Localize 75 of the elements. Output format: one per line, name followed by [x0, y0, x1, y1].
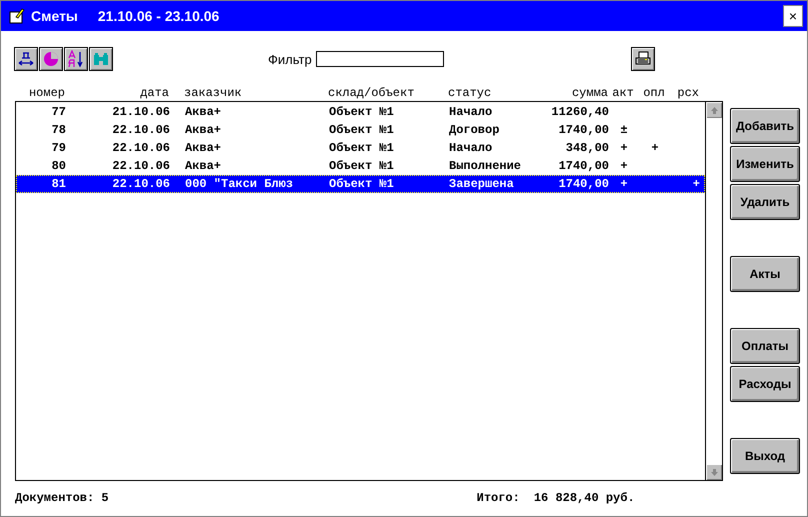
table-cell-text: 79	[50, 141, 66, 155]
table-cell-text: Начало	[448, 141, 494, 155]
document-count: Документов: 5	[15, 491, 109, 505]
table-cell-text: 81	[50, 177, 66, 191]
table-cell-text: Договор	[448, 123, 500, 137]
pie-chart-icon[interactable]	[39, 47, 63, 71]
table-cell-text: 21.10.06	[111, 105, 170, 119]
table-cell-text: 22.10.06	[111, 123, 170, 137]
table-cell-text: 80	[50, 159, 66, 173]
column-header: опл	[642, 86, 666, 100]
table-cell-text: Завершена	[448, 177, 515, 191]
total-label: Итого:	[476, 491, 520, 505]
table-row[interactable]: 79 22.10.06 Аква+ Объект №1 Начало 348,00 + +	[16, 139, 706, 157]
table-cell-text: 348,00	[564, 141, 609, 155]
table-cell-text: 11260,40	[550, 105, 609, 119]
table-row[interactable]: 77 21.10.06 Аква+ Объект №1 Начало 11260,40	[16, 103, 706, 121]
sort-icon[interactable]	[64, 47, 88, 71]
table-cell-text: 1740,00	[558, 123, 609, 137]
notepad-icon	[9, 8, 25, 24]
printer-icon[interactable]	[630, 47, 655, 71]
scroll-up-button[interactable]	[706, 102, 722, 118]
table-cell-text: +	[619, 177, 629, 191]
table-cell-text: +	[619, 159, 629, 173]
date-range: 21.10.06 - 23.10.06	[98, 8, 220, 24]
table-cell-text: +	[692, 177, 700, 191]
action-button[interactable]: Акты	[730, 256, 800, 292]
action-button[interactable]: Изменить	[730, 146, 800, 182]
close-button[interactable]: ×	[783, 5, 803, 27]
table-cell-text: +	[650, 141, 660, 155]
action-button[interactable]: Расходы	[730, 366, 800, 402]
action-button[interactable]: Выход	[730, 438, 800, 474]
table-cell-text: Аква+	[184, 123, 222, 137]
column-header: склад/объект	[327, 86, 416, 100]
filter-field[interactable]	[316, 51, 444, 67]
column-header: заказчик	[183, 86, 243, 100]
table-cell-text: Начало	[448, 105, 494, 119]
table-cell-text: 1740,00	[558, 159, 609, 173]
down-arrow-icon	[710, 468, 718, 476]
window-title: Сметы	[31, 8, 78, 24]
table-cell-text: Аква+	[184, 105, 222, 119]
action-button[interactable]: Удалить	[730, 184, 800, 220]
column-header: статус	[447, 86, 492, 100]
table-cell-text: 22.10.06	[111, 177, 170, 191]
total-amount: 16 828,40 руб.	[534, 491, 635, 505]
table-cell-text: +	[619, 141, 629, 155]
table-cell-text: 22.10.06	[111, 159, 170, 173]
action-button[interactable]: Оплаты	[730, 328, 800, 364]
table-cell-text: Объект №1	[328, 177, 395, 191]
column-header: акт	[611, 86, 635, 100]
table-cell-text: Аква+	[184, 159, 222, 173]
column-header: сумма	[570, 86, 608, 100]
action-button[interactable]: Добавить	[730, 108, 800, 144]
width-icon[interactable]	[14, 47, 38, 71]
up-arrow-icon	[710, 106, 718, 114]
column-header: дата	[139, 86, 169, 100]
table-cell-text: 22.10.06	[111, 141, 170, 155]
table-cell-text: 78	[50, 123, 66, 137]
table-cell-text: Аква+	[184, 141, 222, 155]
table-row[interactable]: 80 22.10.06 Аква+ Объект №1 Выполнение 1740,00 +	[16, 157, 706, 175]
table-row[interactable]: 78 22.10.06 Аква+ Объект №1 Договор 1740,00 ±	[16, 121, 706, 139]
scroll-down-button[interactable]	[706, 464, 722, 480]
table-cell-text: Объект №1	[328, 159, 395, 173]
binoculars-icon[interactable]	[89, 47, 113, 71]
table-cell-text: ±	[619, 123, 629, 137]
column-header: рсх	[676, 86, 699, 100]
table-cell-text: Объект №1	[328, 105, 395, 119]
table-cell-text: Объект №1	[328, 123, 395, 137]
table-row[interactable]: 81 22.10.06 000 "Такси Блюз Объект №1 Завершена 1740,00 + +	[16, 175, 706, 193]
filter-label: Фильтр	[268, 52, 312, 66]
table-cell-text: 77	[50, 105, 66, 119]
table-cell-text: 000 "Такси Блюз	[184, 177, 294, 191]
table-cell-text: 1740,00	[558, 177, 609, 191]
column-header: номер	[28, 86, 65, 100]
table-cell-text: Объект №1	[328, 141, 395, 155]
table-cell-text: Выполнение	[448, 159, 522, 173]
